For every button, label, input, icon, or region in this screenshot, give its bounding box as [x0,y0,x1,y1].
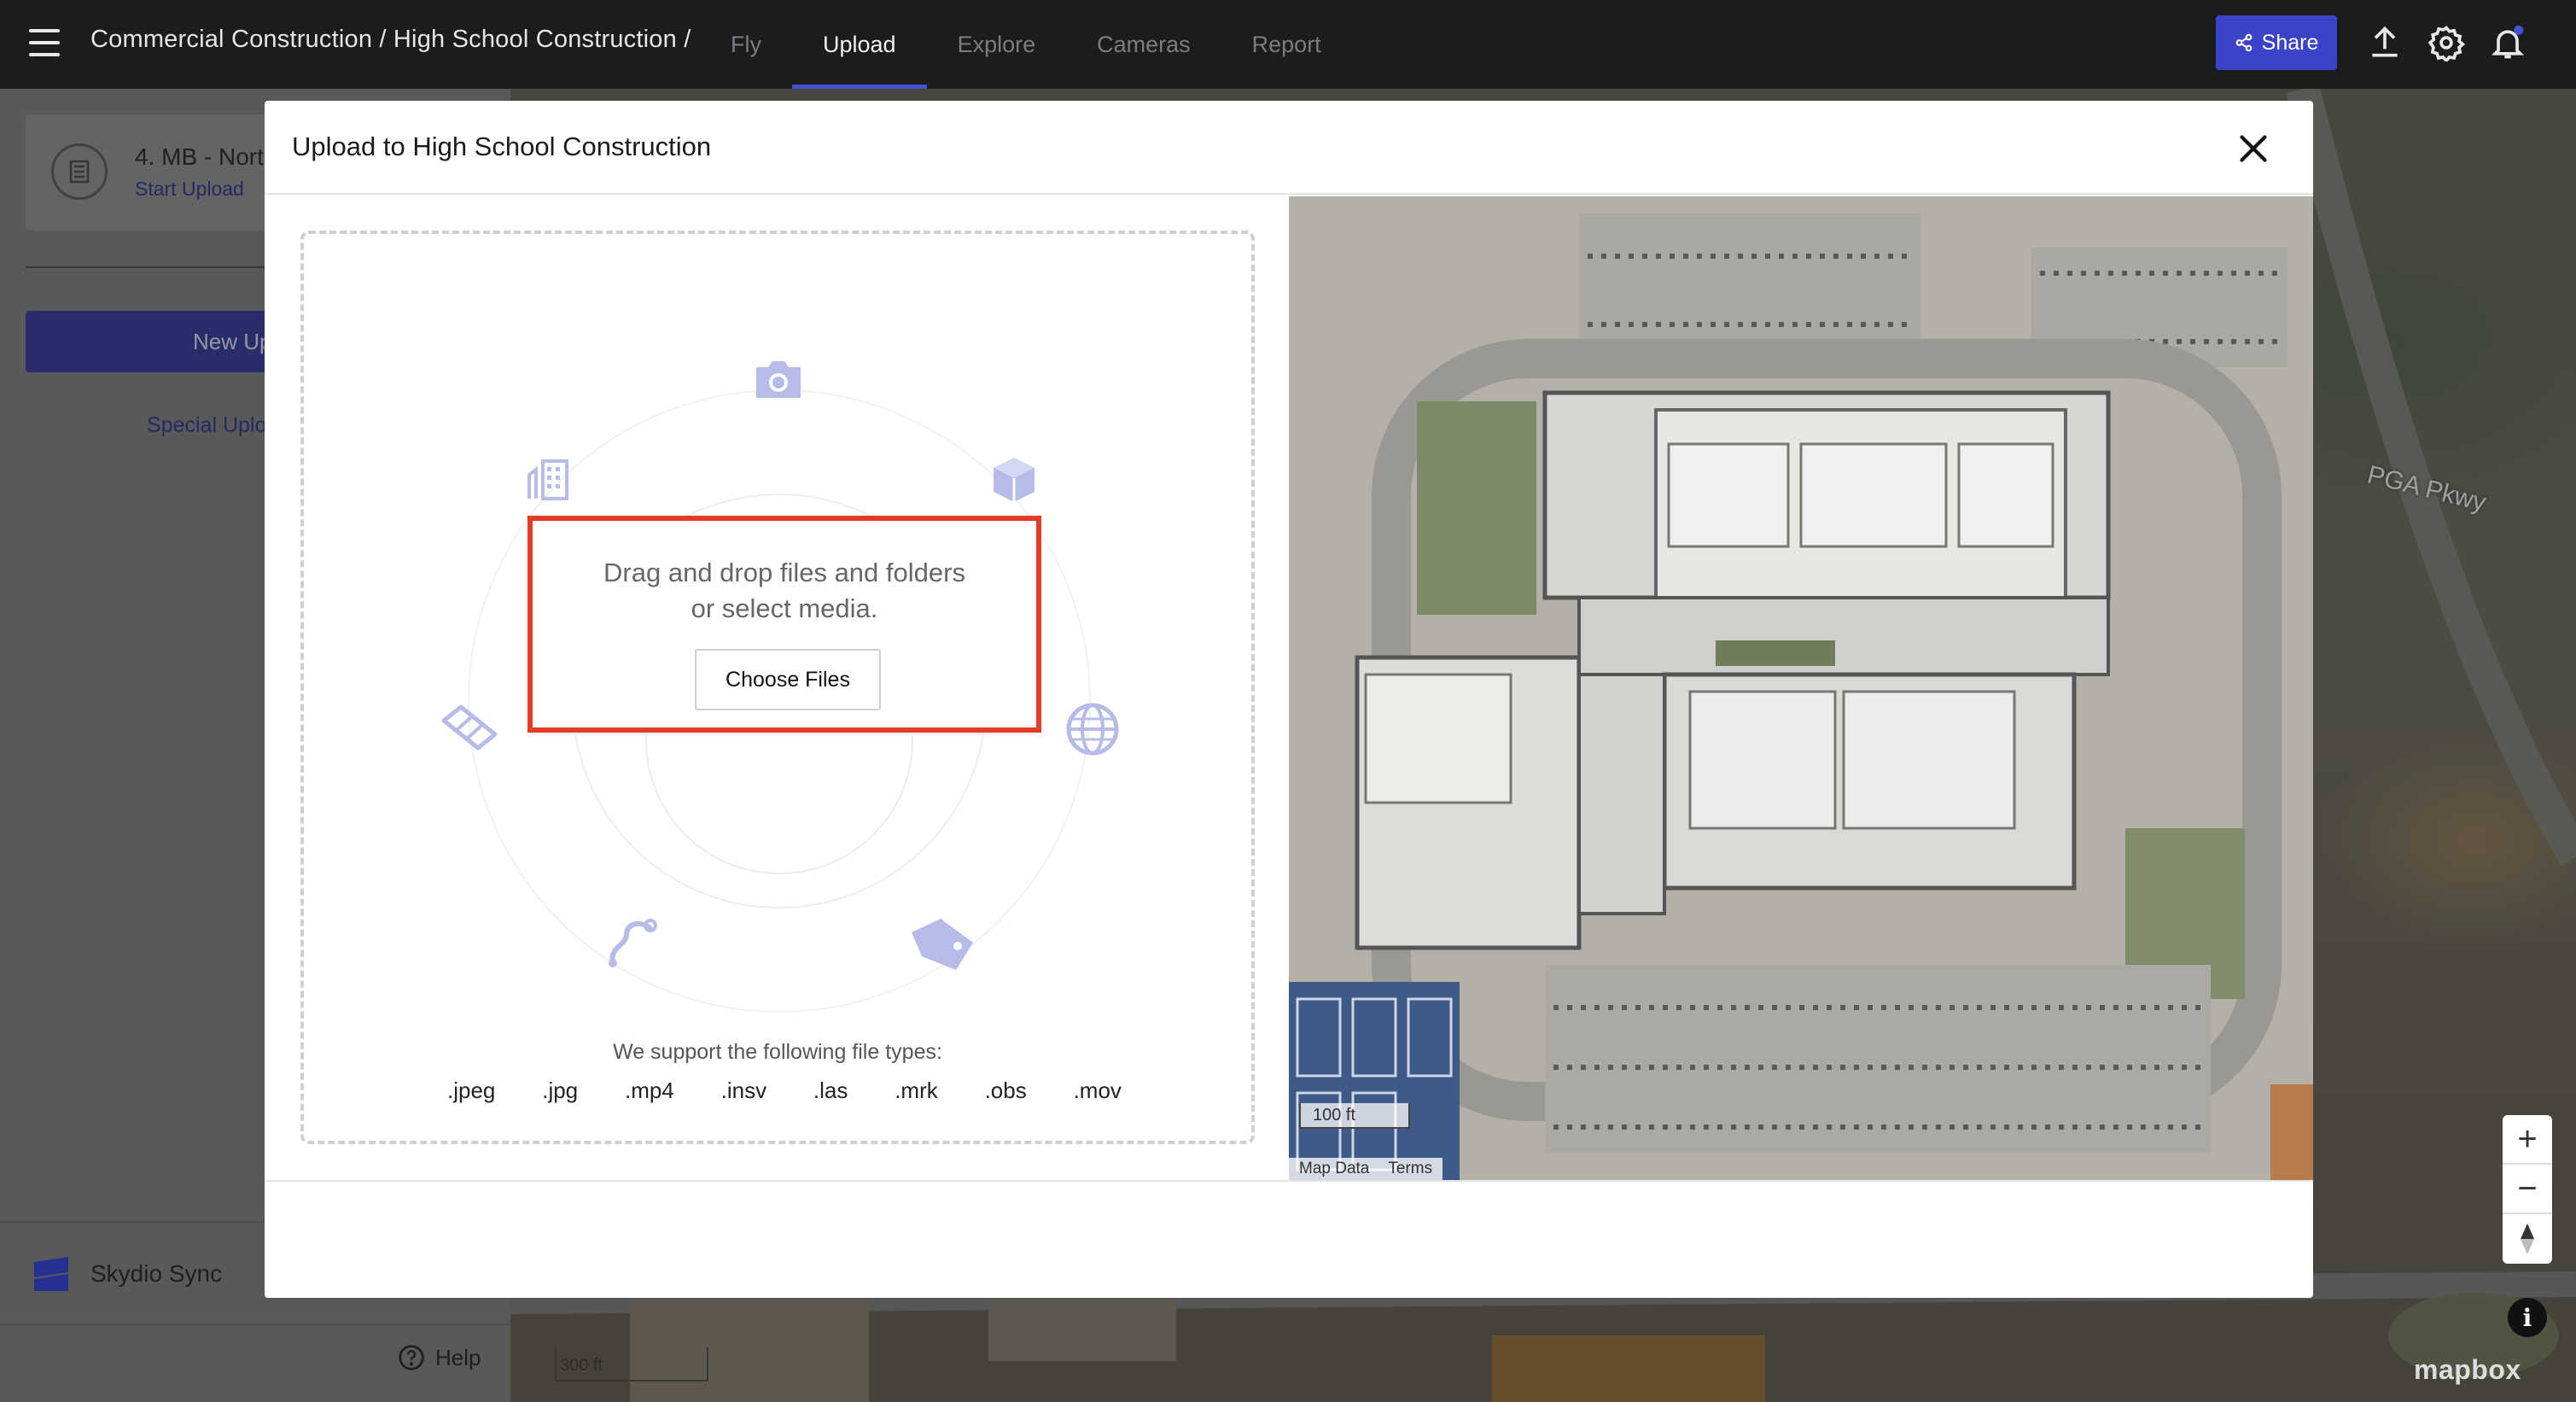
compass-button[interactable] [2503,1214,2552,1264]
map-scale-bar: 100 ft [1299,1103,1410,1129]
breadcrumb[interactable]: Commercial Construction / High School Co… [90,26,691,54]
globe-icon [1066,703,1119,756]
map-data-link[interactable]: Map Data [1299,1160,1369,1178]
building-icon [527,459,568,500]
choose-files-button[interactable]: Choose Files [695,649,881,710]
modal-header: Upload to High School Construction [265,101,2313,195]
file-type: .jpg [542,1078,579,1103]
file-type: .mp4 [624,1078,674,1103]
share-label: Share [2261,30,2319,55]
mapbox-logo: mapbox [2414,1354,2521,1385]
tab-upload[interactable]: Upload [792,0,927,89]
hamburger-icon[interactable] [29,29,60,56]
file-type: .obs [984,1078,1027,1103]
close-icon[interactable] [2238,133,2269,164]
satellite-imagery [1289,196,2313,1180]
info-button[interactable]: i [2508,1298,2547,1337]
drop-instructions: Drag and drop files and folders or selec… [533,555,1036,627]
camera-icon [756,361,801,398]
cube-icon [994,458,1034,502]
drop-instructions-highlight: Drag and drop files and folders or selec… [527,516,1041,733]
map-attribution: Map Data Terms [1289,1158,1443,1180]
terms-link[interactable]: Terms [1388,1160,1432,1178]
share-button[interactable]: Share [2216,15,2337,70]
nav-tabs: Fly Upload Explore Cameras Report [700,0,1352,89]
bell-icon[interactable] [2489,24,2526,61]
file-dropzone[interactable]: Drag and drop files and folders or selec… [300,231,1255,1144]
gear-icon[interactable] [2427,24,2465,61]
upload-modal: Upload to High School Construction Drag … [265,101,2313,1298]
tab-report[interactable]: Report [1221,0,1352,89]
modal-footer [265,1180,2313,1298]
top-bar: Commercial Construction / High School Co… [0,0,2576,89]
drop-instructions-line2: or select media. [691,593,878,623]
map-icon [441,704,498,751]
share-icon [2235,33,2252,52]
zoom-in-button[interactable]: + [2503,1115,2552,1165]
tab-cameras[interactable]: Cameras [1066,0,1221,89]
tab-fly[interactable]: Fly [700,0,792,89]
tab-explore[interactable]: Explore [927,0,1067,89]
drop-instructions-line1: Drag and drop files and folders [603,558,965,587]
path-icon [609,919,657,967]
supported-file-types: .jpeg .jpg .mp4 .insv .las .mrk .obs .mo… [447,1078,1122,1104]
file-type: .las [813,1078,848,1103]
file-type: .insv [720,1078,767,1103]
supported-types-label: We support the following file types: [613,1040,942,1064]
tag-icon [912,919,973,970]
compass-icon [2521,1224,2534,1254]
file-type: .mov [1073,1078,1122,1103]
file-type: .jpeg [447,1078,496,1103]
file-type: .mrk [895,1078,938,1103]
site-map-preview[interactable]: 100 ft Map Data Terms [1289,196,2313,1180]
modal-title: Upload to High School Construction [292,131,712,161]
zoom-controls: + − [2503,1115,2552,1264]
zoom-out-button[interactable]: − [2503,1165,2552,1214]
upload-icon[interactable] [2366,24,2404,61]
